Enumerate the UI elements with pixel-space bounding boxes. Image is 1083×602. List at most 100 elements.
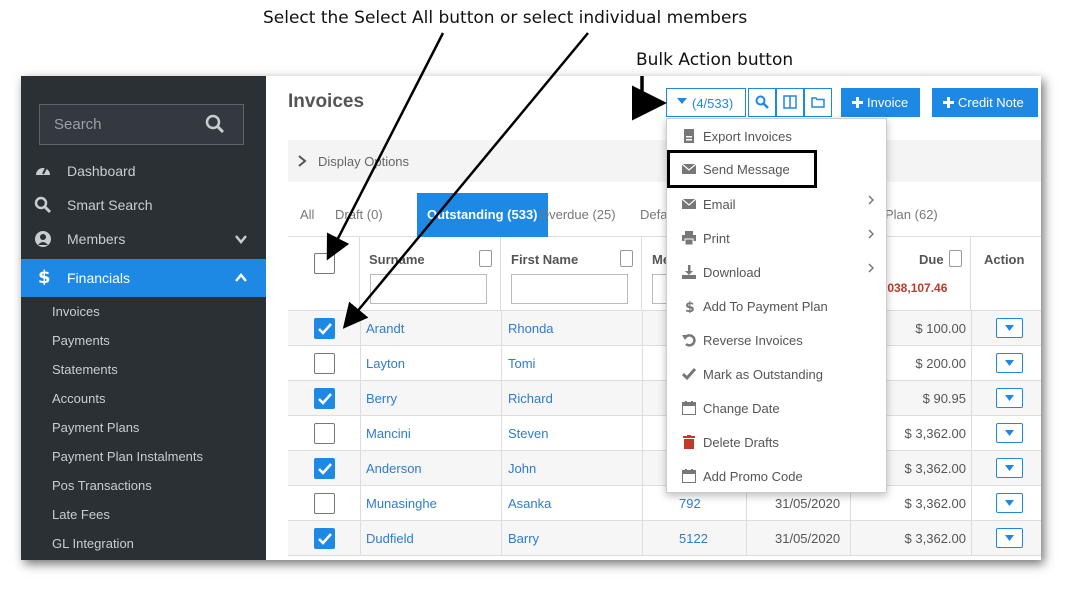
first-name-column-header[interactable]: First Name: [501, 237, 642, 311]
tab-all[interactable]: All: [300, 207, 314, 222]
sort-icon[interactable]: [479, 250, 492, 267]
chevron-right-icon: [868, 195, 874, 205]
row-select-checkbox[interactable]: [314, 458, 335, 479]
tab-overdue[interactable]: Overdue (25): [539, 207, 616, 222]
column-divider: [501, 486, 502, 521]
menu-item-label: Add Promo Code: [703, 469, 803, 484]
row-action-button[interactable]: [996, 528, 1023, 548]
row-select-checkbox[interactable]: [314, 388, 335, 409]
caret-down-icon: [1005, 325, 1014, 331]
dollar-icon: $: [685, 300, 695, 313]
surname-link[interactable]: Berry: [366, 391, 397, 406]
menu-item-print[interactable]: Print: [667, 221, 886, 255]
surname-link[interactable]: Anderson: [366, 461, 422, 476]
member-number-link[interactable]: 5122: [679, 531, 708, 546]
first-name-link[interactable]: Asanka: [508, 496, 551, 511]
sort-icon[interactable]: [949, 250, 962, 267]
row-action-button[interactable]: [996, 458, 1023, 478]
row-action-button[interactable]: [996, 318, 1023, 338]
chevron-right-icon: [868, 229, 874, 239]
search-toolbar-button[interactable]: [748, 88, 776, 117]
row-select-checkbox[interactable]: [314, 528, 335, 549]
sidebar-item-label: Financials: [67, 270, 131, 286]
column-divider: [971, 486, 972, 521]
column-divider: [501, 451, 502, 486]
surname-link[interactable]: Dudfield: [366, 531, 414, 546]
table-row[interactable]: Anderson John $ 3,362.00: [288, 451, 1041, 486]
menu-item-delete-drafts[interactable]: Delete Drafts: [667, 425, 886, 459]
add-invoice-label: Invoice: [867, 95, 909, 110]
menu-item-reverse-invoices[interactable]: Reverse Invoices: [667, 323, 886, 357]
sidebar-item-smart-search[interactable]: Smart Search: [21, 188, 266, 222]
bulk-action-button[interactable]: (4/533): [666, 88, 746, 117]
surname-link[interactable]: Arandt: [366, 321, 404, 336]
columns-toolbar-button[interactable]: [776, 88, 804, 117]
sidebar-subitem-payment-plan-instalments[interactable]: Payment Plan Instalments: [52, 449, 203, 464]
table-row[interactable]: Berry Richard $ 90.95: [288, 381, 1041, 416]
sidebar-subitem-payments[interactable]: Payments: [52, 333, 110, 348]
row-select-checkbox[interactable]: [314, 353, 335, 374]
surname-filter-input[interactable]: [370, 274, 487, 304]
sidebar-subitem-invoices[interactable]: Invoices: [52, 304, 100, 319]
sidebar-subitem-accounts[interactable]: Accounts: [52, 391, 105, 406]
table-row[interactable]: Mancini Steven $ 3,362.00: [288, 416, 1041, 451]
search-input[interactable]: Search: [39, 104, 244, 145]
menu-item-download[interactable]: Download: [667, 255, 886, 289]
row-select-checkbox[interactable]: [314, 423, 335, 444]
first-name-link[interactable]: Steven: [508, 426, 548, 441]
row-action-button[interactable]: [996, 388, 1023, 408]
table-row[interactable]: Dudfield Barry 5122 31/05/2020 $ 3,362.00: [288, 521, 1041, 556]
caret-down-icon: [1005, 395, 1014, 401]
menu-item-export-invoices[interactable]: Export Invoices: [667, 119, 886, 153]
surname-link[interactable]: Munasinghe: [366, 496, 437, 511]
row-action-button[interactable]: [996, 353, 1023, 373]
table-row[interactable]: Munasinghe Asanka 792 31/05/2020 $ 3,362.00: [288, 486, 1041, 521]
column-divider: [971, 381, 972, 416]
tab-draft[interactable]: Draft (0): [335, 207, 383, 222]
menu-item-label: Delete Drafts: [703, 435, 779, 450]
first-name-link[interactable]: Richard: [508, 391, 553, 406]
menu-item-email[interactable]: Email: [667, 187, 886, 221]
first-name-link[interactable]: Barry: [508, 531, 539, 546]
sidebar-subitem-late-fees[interactable]: Late Fees: [52, 507, 110, 522]
add-credit-note-button[interactable]: Credit Note: [932, 88, 1038, 117]
tab-outstanding[interactable]: Outstanding (533): [417, 193, 548, 237]
add-invoice-button[interactable]: Invoice: [841, 88, 920, 117]
display-options-toggle[interactable]: Display Options: [288, 140, 1041, 182]
first-name-link[interactable]: John: [508, 461, 536, 476]
search-placeholder: Search: [54, 116, 102, 133]
sidebar-subitem-statements[interactable]: Statements: [52, 362, 118, 377]
sidebar-subitem-payment-plans[interactable]: Payment Plans: [52, 420, 139, 435]
due-amount: $ 3,362.00: [904, 531, 966, 546]
row-action-button[interactable]: [996, 493, 1023, 513]
select-all-checkbox[interactable]: [314, 253, 335, 274]
surname-link[interactable]: Layton: [366, 356, 405, 371]
sort-icon[interactable]: [620, 250, 633, 267]
caret-down-icon: [1005, 500, 1014, 506]
sidebar-subitem-pos-transactions[interactable]: Pos Transactions: [52, 478, 152, 493]
sidebar-item-members[interactable]: Members: [21, 222, 266, 256]
table-row[interactable]: Layton Tomi $ 200.00: [288, 346, 1041, 381]
menu-item-change-date[interactable]: Change Date: [667, 391, 886, 425]
sidebar-subitem-gl-integration[interactable]: GL Integration: [52, 536, 134, 551]
tab-payment-plan[interactable]: Plan (62): [885, 207, 938, 222]
menu-item-send-message[interactable]: Send Message: [667, 150, 817, 188]
first-name-link[interactable]: Rhonda: [508, 321, 554, 336]
menu-item-mark-as-outstanding[interactable]: Mark as Outstanding: [667, 357, 886, 391]
folder-toolbar-button[interactable]: [804, 88, 832, 117]
menu-item-add-promo-code[interactable]: Add Promo Code: [667, 459, 886, 493]
row-select-checkbox[interactable]: [314, 493, 335, 514]
row-action-button[interactable]: [996, 423, 1023, 443]
table-row[interactable]: Arandt Rhonda $ 100.00: [288, 311, 1041, 346]
surname-column-header[interactable]: Surname: [360, 237, 501, 311]
first-name-filter-input[interactable]: [511, 274, 628, 304]
row-select-checkbox[interactable]: [314, 318, 335, 339]
first-name-link[interactable]: Tomi: [508, 356, 535, 371]
member-number-link[interactable]: 792: [679, 496, 701, 511]
tab-default[interactable]: Defa: [640, 207, 667, 222]
sidebar-item-financials[interactable]: $ Financials: [21, 259, 266, 297]
surname-link[interactable]: Mancini: [366, 426, 411, 441]
menu-item-add-to-payment-plan[interactable]: $ Add To Payment Plan: [667, 289, 886, 323]
sidebar-item-dashboard[interactable]: Dashboard: [21, 154, 266, 188]
column-divider: [360, 311, 361, 346]
